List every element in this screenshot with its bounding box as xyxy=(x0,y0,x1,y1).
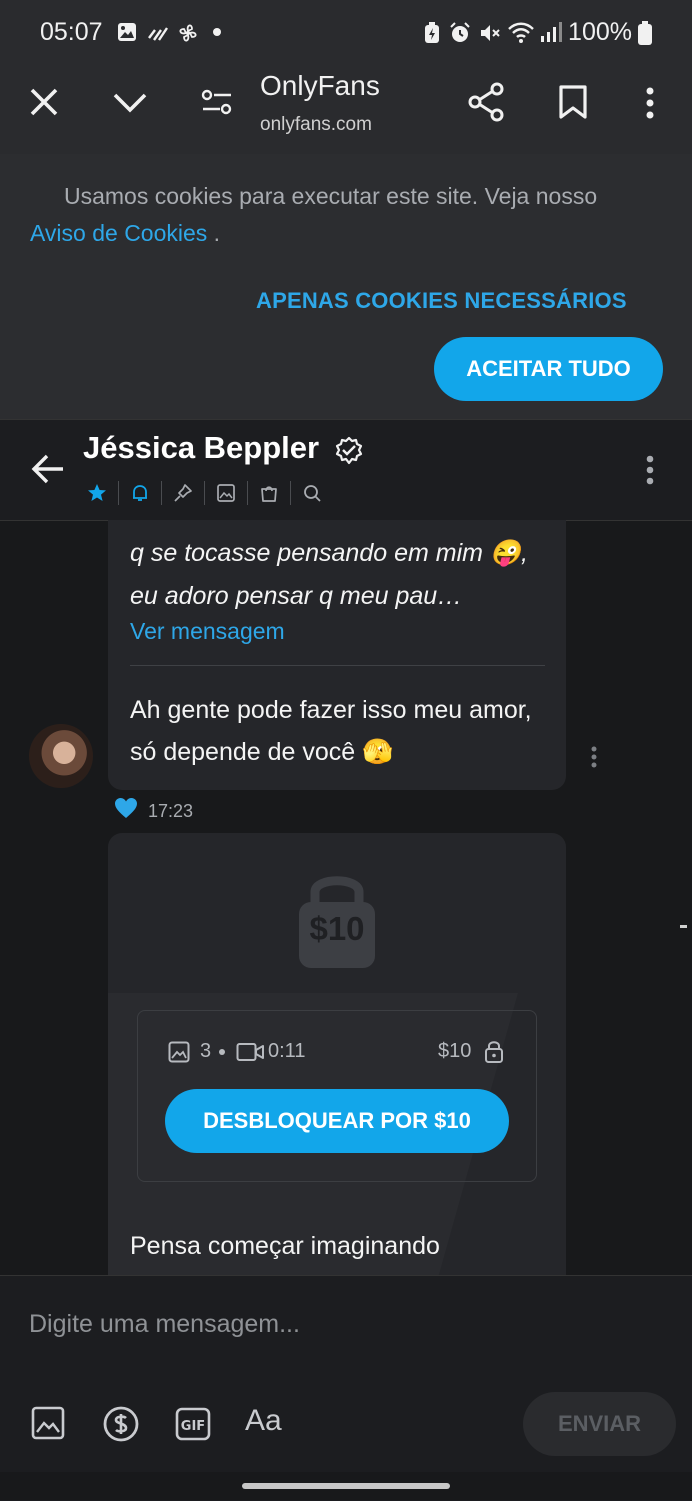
gesture-handle[interactable] xyxy=(242,1483,450,1489)
battery-saver-icon xyxy=(424,22,440,44)
message-text: Ah gente pode fazer isso meu amor, só de… xyxy=(130,696,532,766)
bell-icon[interactable] xyxy=(126,479,154,507)
gif-icon[interactable]: GIF xyxy=(175,1407,211,1441)
media-gallery-icon[interactable] xyxy=(212,479,240,507)
lock-price: $10 xyxy=(309,910,365,947)
locked-caption: Pensa começar imaginando xyxy=(130,1232,440,1260)
share-icon[interactable] xyxy=(467,82,505,122)
chat-actions xyxy=(83,478,326,508)
small-lock-icon xyxy=(484,1039,504,1063)
star-icon[interactable] xyxy=(83,479,111,507)
cookie-message: Usamos cookies para executar este site. … xyxy=(30,178,670,252)
page-url: onlyfans.com xyxy=(260,114,372,135)
attach-image-icon[interactable] xyxy=(31,1406,65,1440)
page-title: OnlyFans xyxy=(260,70,380,101)
cookie-text: Usamos cookies para executar este site. … xyxy=(64,183,598,209)
chat-contact-name[interactable]: Jéssica Beppler xyxy=(83,430,319,466)
purchases-bag-icon[interactable] xyxy=(255,479,283,507)
avatar[interactable] xyxy=(29,724,93,788)
signal-activity-icon xyxy=(147,24,171,42)
heart-icon[interactable] xyxy=(114,797,138,819)
cookie-link-suffix: . xyxy=(207,220,221,246)
bookmark-icon[interactable] xyxy=(558,84,588,120)
send-button[interactable]: ENVIAR xyxy=(523,1392,676,1456)
scroll-indicator xyxy=(680,925,687,928)
media-price: $10 xyxy=(438,1040,472,1062)
notification-dot-icon xyxy=(213,28,221,36)
cell-signal-icon xyxy=(540,22,562,42)
quoted-message-text: q se tocasse pensando em mim 😜, eu adoro… xyxy=(130,539,528,610)
see-message-link[interactable]: Ver mensagem xyxy=(130,618,285,645)
wifi-icon xyxy=(507,20,535,44)
dollar-tip-icon[interactable] xyxy=(102,1405,140,1443)
search-icon[interactable] xyxy=(298,479,326,507)
alarm-icon xyxy=(448,21,472,45)
accept-all-button[interactable]: ACEITAR TUDO xyxy=(434,337,663,401)
cookie-notice-link[interactable]: Aviso de Cookies xyxy=(30,220,207,246)
text-format-button[interactable]: Aa xyxy=(245,1404,282,1438)
pin-icon[interactable] xyxy=(169,479,197,507)
verified-badge-icon xyxy=(334,436,364,466)
site-settings-icon[interactable] xyxy=(200,88,234,116)
gallery-icon xyxy=(117,22,137,42)
message-composer xyxy=(0,1275,692,1501)
message-options-icon[interactable] xyxy=(590,745,598,769)
more-options-icon[interactable] xyxy=(644,86,656,120)
battery-icon xyxy=(638,21,652,45)
message-input[interactable] xyxy=(29,1310,499,1339)
video-duration: 0:11 xyxy=(268,1040,306,1062)
svg-text:GIF: GIF xyxy=(181,1419,205,1434)
chat-more-icon[interactable] xyxy=(644,454,656,486)
battery-percent: 100% xyxy=(568,18,632,46)
message-divider xyxy=(130,665,545,666)
close-icon[interactable] xyxy=(26,84,62,120)
back-arrow-icon[interactable] xyxy=(30,452,66,486)
status-time: 05:07 xyxy=(40,18,103,46)
photo-icon xyxy=(168,1041,190,1063)
unlock-button[interactable]: DESBLOQUEAR POR $10 xyxy=(165,1089,509,1153)
message-time: 17:23 xyxy=(148,801,194,821)
pinwheel-icon xyxy=(176,21,200,45)
separator-dot-icon xyxy=(219,1049,225,1055)
chevron-down-icon[interactable] xyxy=(110,86,150,118)
mute-icon xyxy=(478,21,502,45)
video-icon xyxy=(236,1042,264,1062)
necessary-cookies-button[interactable]: APENAS COOKIES NECESSÁRIOS xyxy=(256,288,627,314)
photo-count: 3 xyxy=(200,1040,212,1062)
